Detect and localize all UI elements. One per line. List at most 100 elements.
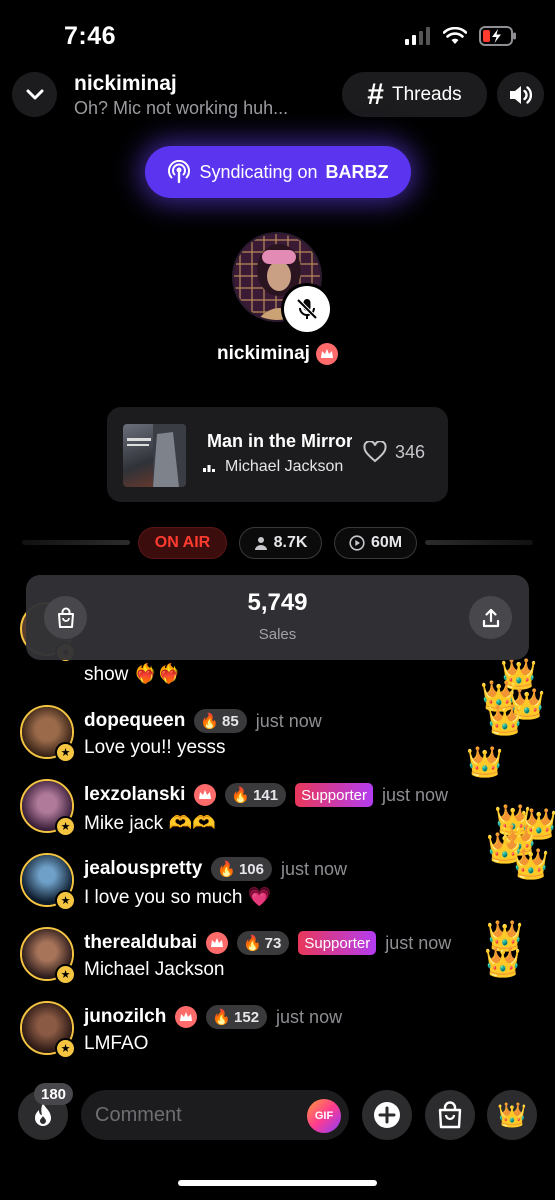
star-badge-icon: ★ bbox=[55, 816, 76, 837]
fire-icon: 🔥 bbox=[200, 713, 220, 730]
comment-text: Mike jack 🫶🫶 bbox=[84, 813, 216, 834]
like-button[interactable]: 346 bbox=[363, 441, 425, 463]
album-art bbox=[123, 424, 186, 487]
share-upload-icon bbox=[482, 608, 499, 627]
comment-text: Love you!! yesss bbox=[84, 737, 226, 758]
podcast-broadcast-icon bbox=[168, 160, 191, 184]
shop-button[interactable] bbox=[425, 1090, 475, 1140]
crown-reaction-button[interactable]: 👑 bbox=[487, 1090, 537, 1140]
crown-reaction-icon: 👑 bbox=[466, 746, 504, 779]
fire-score-badge: 🔥 152 bbox=[206, 1005, 268, 1029]
star-badge-icon: ★ bbox=[55, 964, 76, 985]
host-username: nickiminaj bbox=[217, 343, 310, 364]
star-badge-icon: ★ bbox=[55, 742, 76, 763]
song-artist: Michael Jackson bbox=[225, 458, 344, 475]
fire-score-badge: 🔥 141 bbox=[225, 783, 287, 807]
home-indicator[interactable] bbox=[178, 1180, 377, 1186]
room-header: nickiminaj Oh? Mic not working huh... # … bbox=[0, 70, 555, 122]
fire-icon bbox=[35, 1103, 51, 1126]
supporter-badge: Supporter bbox=[295, 783, 373, 807]
crown-reaction-icon: 👑 bbox=[484, 946, 522, 979]
comment-text: LMFAO bbox=[84, 1033, 149, 1054]
verified-crown-badge-icon bbox=[315, 343, 338, 365]
status-bar: 7:46 bbox=[0, 0, 555, 70]
syndicating-button[interactable]: Syndicating on BARBZ bbox=[145, 146, 411, 198]
play-count-pill[interactable]: 60M bbox=[334, 527, 417, 559]
plus-circle-icon bbox=[374, 1102, 400, 1128]
speaker-icon bbox=[509, 85, 532, 104]
comment-username[interactable]: lexzolanski bbox=[84, 784, 185, 806]
sales-count: 5,749 bbox=[247, 589, 308, 616]
hashtag-icon: # bbox=[367, 77, 384, 111]
fire-icon: 🔥 bbox=[212, 1009, 232, 1026]
comment-time: just now bbox=[276, 1006, 343, 1027]
syndicating-channel: BARBZ bbox=[325, 161, 389, 182]
verified-crown-badge-icon bbox=[175, 1006, 198, 1028]
now-playing-card[interactable]: Man in the Mirror Michael Jackson 346 bbox=[107, 407, 448, 502]
mic-muted-badge bbox=[284, 286, 330, 332]
host-label: nickiminaj bbox=[0, 343, 555, 365]
volume-button[interactable] bbox=[497, 72, 544, 117]
gif-button[interactable]: GIF bbox=[307, 1099, 341, 1133]
fire-icon: 🔥 bbox=[231, 787, 251, 804]
song-title: Man in the Mirror bbox=[207, 431, 352, 451]
mic-off-icon bbox=[296, 298, 318, 320]
crown-icon: 👑 bbox=[497, 1101, 527, 1129]
sales-card: 5,749 Sales bbox=[26, 575, 529, 660]
syndicating-text: Syndicating on bbox=[199, 161, 318, 182]
star-badge-icon: ★ bbox=[55, 1038, 76, 1059]
sales-label: Sales bbox=[258, 626, 297, 643]
comment-text: Michael Jackson bbox=[84, 959, 225, 980]
comment-username[interactable]: dopequeen bbox=[84, 710, 185, 732]
room-title: Oh? Mic not working huh... bbox=[74, 98, 289, 118]
listener-count: 8.7K bbox=[273, 534, 308, 551]
threads-label: Threads bbox=[391, 83, 462, 105]
listener-count-pill[interactable]: 8.7K bbox=[239, 527, 322, 559]
chevron-down-icon bbox=[26, 89, 43, 99]
comment-row: ★ therealdubai 🔥 73 Supporter just now Mi… bbox=[0, 927, 555, 997]
crown-reaction-icon: 👑 bbox=[486, 704, 524, 737]
equalizer-icon bbox=[203, 465, 215, 472]
divider-right bbox=[425, 540, 533, 545]
divider-left bbox=[22, 540, 130, 545]
cellular-signal-icon bbox=[405, 27, 430, 45]
on-air-badge: ON AIR bbox=[138, 527, 227, 559]
fire-icon: 🔥 bbox=[217, 861, 236, 878]
verified-crown-badge-icon bbox=[205, 932, 228, 954]
fire-score-badge: 🔥 106 bbox=[211, 857, 272, 881]
comment-username[interactable]: jealouspretty bbox=[84, 858, 202, 880]
play-count: 60M bbox=[370, 534, 403, 551]
star-badge-icon: ★ bbox=[55, 890, 76, 911]
threads-button[interactable]: # Threads bbox=[342, 72, 487, 117]
comment-row: ★ lexzolanski 🔥 141 Supporter just now Mi… bbox=[0, 779, 555, 849]
status-time: 7:46 bbox=[64, 22, 117, 50]
battery-low-charging-icon bbox=[479, 26, 516, 46]
header-host-name: nickiminaj bbox=[74, 72, 177, 95]
heart-icon bbox=[363, 441, 387, 463]
fire-score-badge: 🔥 73 bbox=[236, 931, 290, 955]
song-artist-row: Michael Jackson bbox=[203, 458, 353, 476]
fire-count-badge: 180 bbox=[34, 1083, 74, 1105]
fire-icon: 🔥 bbox=[242, 935, 262, 952]
comment-text: show ❤️‍🔥❤️‍🔥 bbox=[84, 664, 181, 685]
wifi-icon bbox=[443, 27, 467, 44]
add-button[interactable] bbox=[362, 1090, 412, 1140]
comment-text: I love you so much 💗 bbox=[84, 887, 272, 908]
like-count: 346 bbox=[395, 441, 426, 462]
shopping-bag-icon bbox=[438, 1101, 462, 1129]
comment-time: just now bbox=[381, 784, 449, 805]
comment-time: just now bbox=[280, 858, 348, 879]
fire-score-badge: 🔥 85 bbox=[194, 709, 247, 733]
comment-row: ★ jealouspretty 🔥 106 just now I love you… bbox=[0, 853, 555, 923]
crown-reaction-icon: 👑 bbox=[512, 848, 550, 881]
person-icon bbox=[254, 537, 267, 550]
collapse-button[interactable] bbox=[12, 72, 57, 117]
bottom-bar: 180 GIF 👑 bbox=[0, 1083, 555, 1147]
comment-row: ★ junozilch 🔥 152 just now LMFAO bbox=[0, 1001, 555, 1071]
supporter-badge: Supporter bbox=[298, 931, 377, 955]
comment-username[interactable]: junozilch bbox=[84, 1006, 166, 1028]
play-circle-icon bbox=[349, 535, 365, 551]
comment-time: just now bbox=[255, 710, 322, 731]
share-button[interactable] bbox=[469, 596, 512, 639]
comment-username[interactable]: therealdubai bbox=[84, 932, 197, 954]
